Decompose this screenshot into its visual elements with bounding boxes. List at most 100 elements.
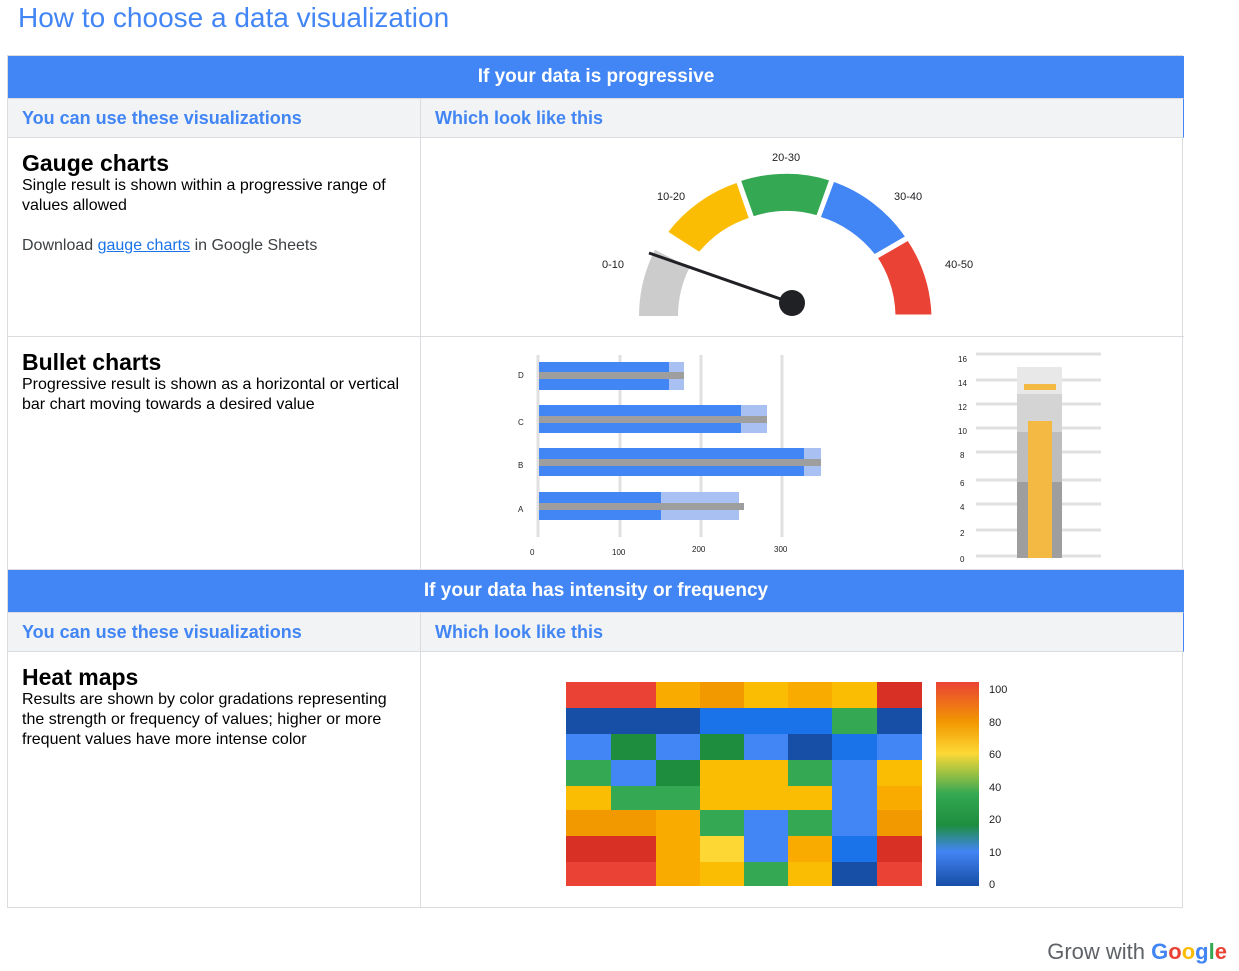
heatmap-description-cell: Heat maps Results are shown by color gra… — [22, 664, 410, 750]
grow-with-google-logo: Grow with Google — [1047, 939, 1227, 965]
v-tick-label: 16 — [958, 355, 967, 364]
h-tick-label: 200 — [692, 545, 706, 554]
bullet-description-cell: Bullet charts Progressive result is show… — [22, 349, 410, 415]
heatmap-cell — [877, 708, 922, 734]
download-prefix: Download — [22, 237, 98, 254]
vertical-bullet-chart: 16 14 12 10 8 6 4 2 0 — [958, 352, 1101, 564]
column-divider — [420, 98, 421, 570]
heatmap-cell — [877, 760, 922, 786]
heatmap-cell — [656, 760, 700, 786]
heatmap-cell — [700, 836, 744, 862]
heatmap-cell — [566, 810, 656, 836]
heatmap-cell — [566, 862, 656, 886]
heatmap-cell — [832, 708, 877, 734]
heatmap-cell — [832, 836, 877, 862]
h-category-label: B — [518, 461, 523, 470]
gauge-charts-link[interactable]: gauge charts — [98, 237, 191, 254]
heatmap-cell — [832, 734, 877, 760]
column-divider — [420, 612, 421, 908]
gauge-label-0-10: 0-10 — [602, 259, 624, 271]
bullet-measure-a — [539, 503, 744, 510]
scale-label: 40 — [989, 782, 1001, 794]
heatmap-cell — [877, 810, 922, 836]
v-bullet-bar — [1028, 421, 1052, 558]
scale-label: 100 — [989, 684, 1007, 696]
v-tick-label: 6 — [960, 479, 965, 488]
heatmap-cell — [700, 708, 832, 734]
heatmap-cell — [832, 786, 877, 810]
v-tick-label: 4 — [960, 503, 965, 512]
heatmap-cell — [566, 682, 656, 708]
h-tick-label: 0 — [530, 548, 535, 557]
column-header-row: You can use these visualizations Which l… — [8, 98, 1184, 138]
heatmap-cell — [656, 810, 700, 836]
heatmap-chart: 100 80 60 40 20 10 0 — [566, 682, 1007, 891]
bullet-measure-d — [539, 372, 684, 379]
gauge-label-30-40: 30-40 — [894, 191, 922, 203]
heatmap-cell — [832, 862, 877, 886]
v-tick-label: 12 — [958, 403, 967, 412]
heatmap-cell — [744, 862, 788, 886]
column-header-left: You can use these visualizations — [22, 622, 302, 642]
bullet-measure-c — [539, 416, 767, 423]
h-category-label: A — [518, 505, 524, 514]
column-header-left: You can use these visualizations — [22, 108, 302, 128]
heatmap-cell — [700, 786, 832, 810]
gauge-label-10-20: 10-20 — [657, 191, 685, 203]
download-suffix: in Google Sheets — [190, 237, 318, 254]
heatmap-cell — [788, 862, 832, 886]
heatmap-cell — [877, 862, 922, 886]
gauge-label-40-50: 40-50 — [945, 259, 973, 271]
heatmap-cell — [656, 836, 700, 862]
scale-label: 10 — [989, 847, 1001, 859]
heatmap-cells — [566, 682, 922, 886]
heatmap-cell — [788, 682, 832, 708]
heatmap-cell — [611, 786, 700, 810]
h-category-label: C — [518, 418, 524, 427]
v-tick-label: 14 — [958, 379, 967, 388]
heatmap-cell — [656, 862, 700, 886]
v-tick-label: 2 — [960, 529, 965, 538]
heatmap-cell — [700, 760, 788, 786]
section-band-intensity: If your data has intensity or frequency — [8, 570, 1184, 612]
bullet-measure-b — [539, 459, 821, 466]
heatmap-cell — [700, 862, 744, 886]
scale-label: 60 — [989, 749, 1001, 761]
heatmap-cell — [877, 836, 922, 862]
heatmap-cell — [832, 760, 877, 786]
v-tick-label: 10 — [958, 427, 967, 436]
heatmap-cell — [832, 682, 877, 708]
bullet-charts: D C B A 0 100 200 300 16 14 12 10 8 6 4 … — [518, 352, 1101, 564]
h-tick-label: 100 — [612, 548, 626, 557]
h-tick-label: 300 — [774, 545, 788, 554]
column-header-row: You can use these visualizations Which l… — [8, 612, 1184, 652]
gauge-segment-20-30 — [737, 170, 833, 220]
google-wordmark: Google — [1151, 939, 1227, 964]
section-band-progressive: If your data is progressive — [8, 56, 1184, 98]
column-header-right: Which look like this — [435, 108, 604, 128]
heatmap-cell — [566, 734, 611, 760]
horizontal-bullet-chart: D C B A 0 100 200 300 — [518, 355, 821, 557]
gauge-needle-hub — [779, 290, 805, 316]
h-category-label: D — [518, 371, 524, 380]
heatmap-cell — [566, 708, 700, 734]
heatmap-cell — [700, 682, 744, 708]
heatmap-cell — [744, 734, 788, 760]
v-bullet-target — [1024, 384, 1056, 390]
heatmap-cell — [877, 786, 922, 810]
heatmap-cell — [566, 760, 611, 786]
gauge-chart: 0-10 10-20 20-30 30-40 40-50 — [602, 152, 973, 318]
bullet-description: Progressive result is shown as a horizon… — [22, 376, 400, 413]
heatmap-cell — [788, 836, 832, 862]
scale-label: 0 — [989, 879, 995, 891]
heatmap-row: Heat maps Results are shown by color gra… — [8, 652, 1184, 908]
bullet-row: Bullet charts Progressive result is show… — [8, 337, 1184, 570]
heatmap-cell — [788, 810, 832, 836]
page-title: How to choose a data visualization — [18, 2, 450, 33]
heatmap-color-scale — [936, 682, 979, 886]
heatmap-cell — [744, 810, 788, 836]
heatmap-cell — [788, 760, 832, 786]
visualization-table: If your data is progressive You can use … — [7, 55, 1184, 908]
scale-label: 80 — [989, 717, 1001, 729]
heatmap-cell — [788, 734, 832, 760]
